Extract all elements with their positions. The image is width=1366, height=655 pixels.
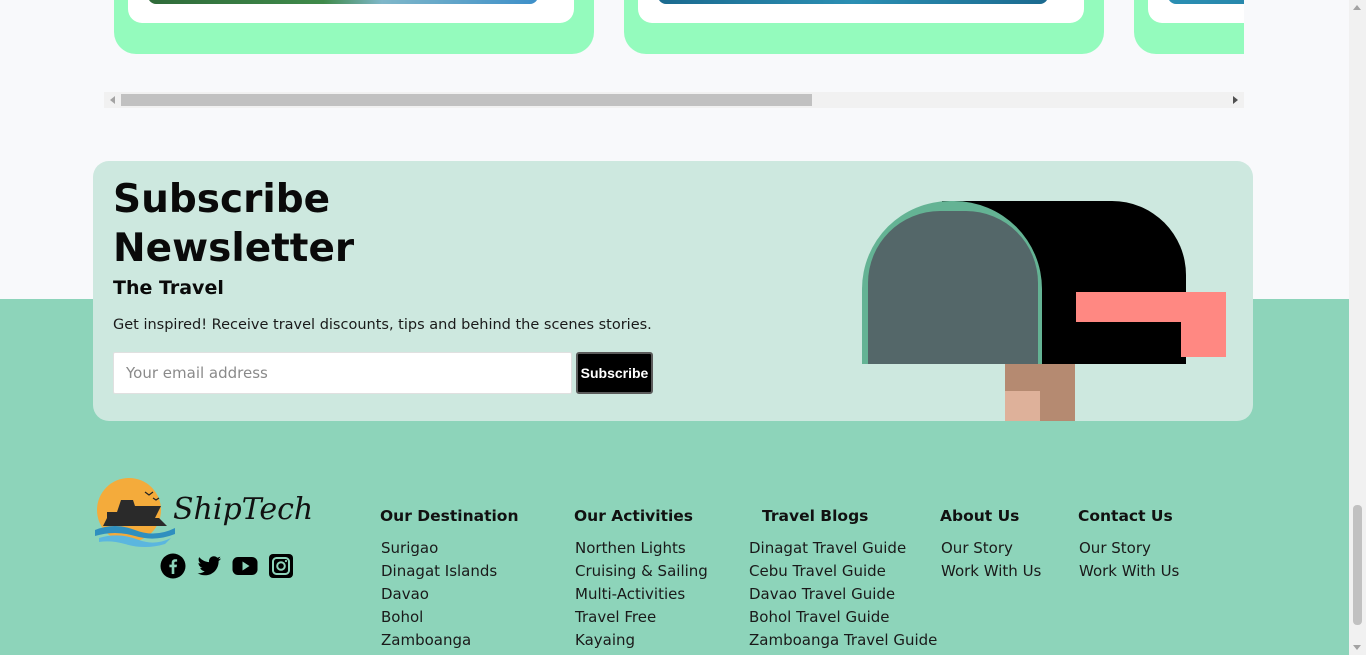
footer-column-title: Our Activities [574, 507, 694, 525]
footer-column-destination: Our Destination Surigao Dinagat Islands … [380, 506, 518, 653]
footer-link[interactable]: Cruising & Sailing [575, 561, 708, 584]
footer-column-about: About Us Our Story Work With Us [940, 506, 1041, 584]
scrollbar-thumb[interactable] [1353, 505, 1362, 625]
destination-card[interactable] [114, 0, 594, 54]
footer-column-title: Travel Blogs [762, 507, 869, 525]
footer-link[interactable]: Bohol [381, 607, 518, 630]
footer-link[interactable]: Multi-Activities [575, 584, 708, 607]
footer-link[interactable]: Davao Travel Guide [749, 584, 937, 607]
newsletter-section: Subscribe Newsletter The Travel Get insp… [93, 161, 1253, 421]
footer-link[interactable]: Bohol Travel Guide [749, 607, 937, 630]
scroll-up-icon[interactable] [1353, 5, 1361, 10]
footer-column-blogs: Travel Blogs Dinagat Travel Guide Cebu T… [748, 506, 937, 653]
footer-link[interactable]: Work With Us [1079, 561, 1179, 584]
footer-column-activities: Our Activities Northen Lights Cruising &… [574, 506, 708, 653]
footer-column-contact: Contact Us Our Story Work With Us [1078, 506, 1179, 584]
footer-link[interactable]: Northen Lights [575, 538, 708, 561]
footer-link[interactable]: Davao [381, 584, 518, 607]
scroll-right-icon[interactable] [1233, 96, 1238, 104]
newsletter-title: Subscribe Newsletter [113, 177, 355, 271]
card-image [658, 0, 1048, 4]
scroll-left-icon[interactable] [110, 96, 115, 104]
card-image [1168, 0, 1244, 4]
footer-link[interactable]: Zamboanga [381, 630, 518, 653]
email-field[interactable] [113, 352, 572, 394]
footer-column-title: Our Destination [380, 507, 519, 525]
destination-card[interactable] [1134, 0, 1244, 54]
footer-link[interactable]: Kayaing [575, 630, 708, 653]
footer-link[interactable]: Zamboanga Travel Guide [749, 630, 937, 653]
footer-link[interactable]: Cebu Travel Guide [749, 561, 937, 584]
card-body [638, 0, 1084, 23]
card-body [1148, 0, 1244, 23]
carousel-scrollbar[interactable] [104, 92, 1244, 108]
footer-column-title: Contact Us [1078, 507, 1173, 525]
footer-link[interactable]: Surigao [381, 538, 518, 561]
twitter-icon[interactable] [196, 553, 222, 579]
newsletter-description: Get inspired! Receive travel discounts, … [113, 317, 652, 333]
footer-link[interactable]: Travel Free [575, 607, 708, 630]
footer-link[interactable]: Dinagat Travel Guide [749, 538, 937, 561]
mailbox-illustration [862, 201, 1226, 421]
footer-link[interactable]: Dinagat Islands [381, 561, 518, 584]
destination-carousel [104, 0, 1244, 60]
scroll-down-icon[interactable] [1353, 645, 1361, 650]
brand-name: ShipTech [173, 492, 314, 527]
destination-card[interactable] [624, 0, 1104, 54]
card-image [148, 0, 538, 4]
subscribe-button[interactable]: Subscribe [576, 352, 653, 394]
facebook-icon[interactable] [160, 553, 186, 579]
scrollbar-thumb[interactable] [121, 94, 812, 106]
instagram-icon[interactable] [268, 553, 294, 579]
page-scrollbar[interactable] [1349, 0, 1366, 655]
footer-link[interactable]: Our Story [1079, 538, 1179, 561]
footer-link[interactable]: Work With Us [941, 561, 1041, 584]
footer-link[interactable]: Our Story [941, 538, 1041, 561]
youtube-icon[interactable] [232, 553, 258, 579]
card-body [128, 0, 574, 23]
footer-column-title: About Us [940, 507, 1020, 525]
newsletter-subtitle: The Travel [113, 277, 224, 299]
social-links [160, 553, 294, 579]
